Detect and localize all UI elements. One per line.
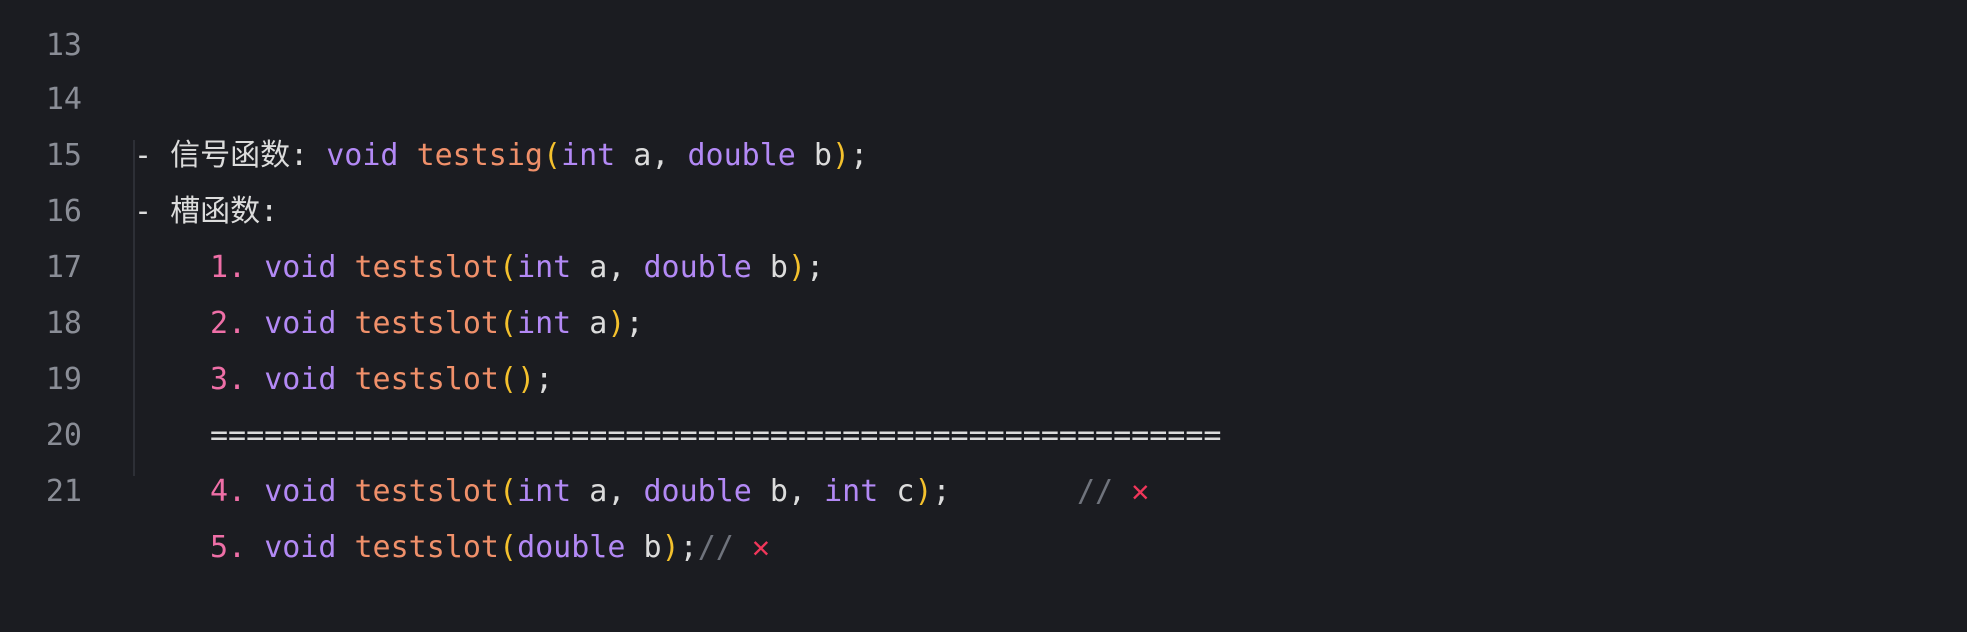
param: c (878, 474, 915, 509)
cross-mark-icon: ✕ (751, 530, 770, 565)
type-keyword: int (824, 474, 879, 509)
code-text: 5. void testslot(double b);// ✕ (210, 520, 770, 576)
code-line[interactable]: 19 =====================================… (0, 296, 1967, 453)
code-line[interactable]: 15 - 槽函数: (0, 72, 1967, 229)
param: a, (571, 474, 644, 509)
type-keyword: double (643, 474, 752, 509)
param: b (625, 530, 662, 565)
code-editor[interactable]: 13 14 - 信号函数: void testsig(int a, double… (0, 0, 1967, 565)
list-number: 4. (210, 474, 265, 509)
line-number: 21 (45, 474, 82, 509)
keyword: void (264, 474, 337, 509)
comment: // (1077, 474, 1132, 509)
function-name: testslot (354, 474, 500, 509)
code-line[interactable]: 20 4. void testslot(int a, double b, int… (0, 352, 1967, 509)
semicolon: ; (679, 530, 698, 565)
open-paren: ( (499, 530, 518, 565)
close-paren: ) (914, 474, 933, 509)
code-line[interactable]: 16 1. void testslot(int a, double b); (0, 128, 1967, 285)
function-name: testslot (354, 530, 500, 565)
code-text: 4. void testslot(int a, double b, int c)… (210, 464, 1149, 520)
type-keyword: double (517, 530, 626, 565)
close-paren: ) (661, 530, 680, 565)
whitespace-gap (951, 474, 1077, 509)
code-line[interactable]: 18 3. void testslot(); (0, 240, 1967, 397)
keyword: void (264, 530, 337, 565)
open-paren: ( (499, 474, 518, 509)
code-line[interactable]: 21 5. void testslot(double b);// ✕ (0, 408, 1967, 565)
cross-mark-icon: ✕ (1131, 474, 1150, 509)
comment: // (697, 530, 752, 565)
semicolon: ; (932, 474, 951, 509)
type-keyword: int (517, 474, 572, 509)
code-line[interactable]: 17 2. void testslot(int a); (0, 184, 1967, 341)
param: b, (751, 474, 825, 509)
code-line[interactable]: 14 - 信号函数: void testsig(int a, double b)… (0, 16, 1967, 173)
list-number: 5. (210, 530, 265, 565)
